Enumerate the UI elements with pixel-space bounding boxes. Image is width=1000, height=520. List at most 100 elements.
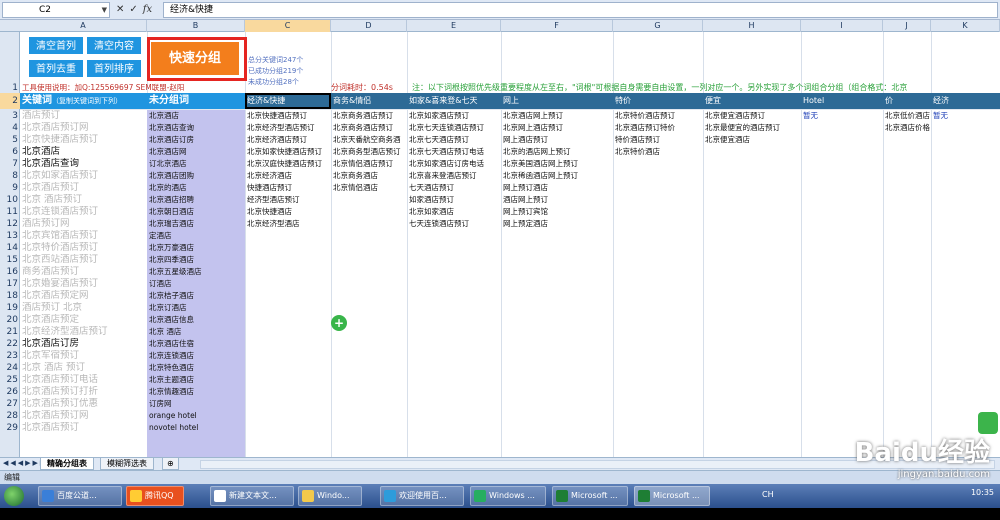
cell[interactable]: 北京特价酒店预订 <box>22 242 146 254</box>
cell[interactable]: 北京酒店预订网 <box>22 410 146 422</box>
chevron-down-icon[interactable]: ▼ <box>102 3 107 17</box>
clear-content-button[interactable]: 清空内容 <box>86 36 142 55</box>
row-header-9[interactable]: 9 <box>0 182 20 194</box>
cell[interactable]: 北京七天酒店预订 <box>407 134 501 146</box>
clear-first-column-button[interactable]: 清空首列 <box>28 36 84 55</box>
cell[interactable]: 北京 酒店预订 <box>22 194 146 206</box>
cell[interactable]: 网上预订酒店 <box>501 182 613 194</box>
cell[interactable]: 北京酒店 <box>22 146 146 158</box>
cell[interactable]: 特价酒店预订 <box>613 134 703 146</box>
cell[interactable]: 北京商务酒店预订 <box>331 110 407 122</box>
taskbar-item-8[interactable]: Microsoft ... <box>634 486 710 506</box>
cell[interactable]: 北京四季酒店 <box>147 254 245 266</box>
column-header-i[interactable]: I <box>801 20 883 32</box>
cell[interactable]: 北京商务酒店预订 <box>331 122 407 134</box>
row-header-6[interactable]: 6 <box>0 146 20 158</box>
cell[interactable]: 北京商务酒店 <box>331 170 407 182</box>
cell[interactable]: 北京网上酒店预订 <box>501 122 613 134</box>
confirm-icon[interactable]: ✓ <box>129 3 137 17</box>
cell[interactable]: 北京连锁酒店预订 <box>22 206 146 218</box>
row-header-8[interactable]: 8 <box>0 170 20 182</box>
cell[interactable]: 七天连锁酒店预订 <box>407 218 501 230</box>
cell[interactable]: 七天酒店预订 <box>407 182 501 194</box>
cell[interactable]: 北京万豪酒店 <box>147 242 245 254</box>
column-header-a[interactable]: A <box>20 20 147 32</box>
clock[interactable]: 10:35 <box>971 488 994 497</box>
group-header-k[interactable]: 经济 <box>931 93 1000 109</box>
row-header-12[interactable]: 12 <box>0 218 20 230</box>
cell[interactable]: 如家酒店预订 <box>407 194 501 206</box>
formula-input[interactable]: 经济&快捷 <box>163 2 998 18</box>
row-header-23[interactable]: 23 <box>0 350 20 362</box>
cell[interactable]: 北京 酒店 预订 <box>22 362 146 374</box>
cell[interactable]: 北京酒店预定网 <box>22 290 146 302</box>
cell[interactable]: 北京婚宴酒店预订 <box>22 278 146 290</box>
name-box[interactable]: C2 ▼ <box>2 2 110 18</box>
row-header-15[interactable]: 15 <box>0 254 20 266</box>
cell[interactable]: 北京酒店预订特价 <box>613 122 703 134</box>
cell[interactable]: 北京如家酒店预订 <box>22 170 146 182</box>
dedup-first-column-button[interactable]: 首列去重 <box>28 59 84 78</box>
cell[interactable]: 经济型酒店预订 <box>245 194 331 206</box>
group-header-g[interactable]: 特价 <box>613 93 703 109</box>
row-header-11[interactable]: 11 <box>0 206 20 218</box>
cell[interactable]: 快捷酒店预订 <box>245 182 331 194</box>
group-header-h[interactable]: 便宜 <box>703 93 801 109</box>
cell[interactable]: 北京酒店 <box>147 110 245 122</box>
cell[interactable]: 北京酒店订房 <box>147 134 245 146</box>
row-header-18[interactable]: 18 <box>0 290 20 302</box>
cell[interactable]: 北京的酒店网上预订 <box>501 146 613 158</box>
cell[interactable]: 酒店预订 <box>22 110 146 122</box>
cell[interactable]: 北京五星级酒店 <box>147 266 245 278</box>
taskbar-item-6[interactable]: Windows ... <box>470 486 546 506</box>
cell[interactable]: 北京经济型酒店 <box>245 218 331 230</box>
row-header-24[interactable]: 24 <box>0 362 20 374</box>
cell[interactable]: 北京酒店招聘 <box>147 194 245 206</box>
cell[interactable]: 北京西站酒店预订 <box>22 254 146 266</box>
cell[interactable]: 北京如家酒店订房电话 <box>407 158 501 170</box>
row-header-7[interactable]: 7 <box>0 158 20 170</box>
column-header-j[interactable]: J <box>883 20 931 32</box>
sheet-tab-fuzzy[interactable]: 模糊筛选表 <box>100 458 154 470</box>
row-header-13[interactable]: 13 <box>0 230 20 242</box>
cell[interactable]: 北京连锁酒店 <box>147 350 245 362</box>
cell[interactable]: 北京快捷酒店 <box>245 206 331 218</box>
cell[interactable]: 北京七天连锁酒店预订 <box>407 122 501 134</box>
cell[interactable]: 北京酒店网 <box>147 146 245 158</box>
cell[interactable]: 北京特价酒店 <box>613 146 703 158</box>
cell[interactable]: 订房网 <box>147 398 245 410</box>
cell[interactable]: 北京天番航空商务酒 <box>331 134 407 146</box>
cell[interactable]: 北京酒店信息 <box>147 314 245 326</box>
cell[interactable]: 北京酒店团购 <box>147 170 245 182</box>
cell[interactable]: 暂无 <box>801 110 883 122</box>
taskbar-item-3[interactable]: 新建文本文... <box>210 486 294 506</box>
taskbar-item-5[interactable]: 欢迎使用百... <box>380 486 464 506</box>
cell[interactable]: 北京酒店预订打折 <box>22 386 146 398</box>
cell[interactable]: 商务酒店预订 <box>22 266 146 278</box>
column-header-g[interactable]: G <box>613 20 703 32</box>
cell[interactable]: 北京情侣酒店 <box>331 182 407 194</box>
cell[interactable]: 北京的酒店 <box>147 182 245 194</box>
cell[interactable]: 北京酒店预订 <box>22 182 146 194</box>
cell[interactable]: 北京稀函酒店网上预订 <box>501 170 613 182</box>
cell[interactable]: 北京酒店查询 <box>22 158 146 170</box>
float-share-icon[interactable] <box>978 412 998 434</box>
row-header-16[interactable]: 16 <box>0 266 20 278</box>
cell[interactable]: 订酒店 <box>147 278 245 290</box>
language-indicator[interactable]: CH <box>762 490 774 499</box>
cell[interactable]: 北京宾馆酒店预订 <box>22 230 146 242</box>
row-header-20[interactable]: 20 <box>0 314 20 326</box>
taskbar-item-7[interactable]: Microsoft ... <box>552 486 628 506</box>
cell[interactable]: 北京酒店价格 <box>883 122 931 134</box>
cell[interactable]: 北京主题酒店 <box>147 374 245 386</box>
column-header-d[interactable]: D <box>331 20 407 32</box>
row-header-22[interactable]: 22 <box>0 338 20 350</box>
group-header-j[interactable]: 价 <box>883 93 931 109</box>
taskbar-item-4[interactable]: Windo... <box>298 486 362 506</box>
cell[interactable]: 北京便宜酒店 <box>703 134 801 146</box>
column-header-h[interactable]: H <box>703 20 801 32</box>
cell[interactable]: 酒店网上预订 <box>501 194 613 206</box>
row-header-25[interactable]: 25 <box>0 374 20 386</box>
cell[interactable]: 北京经济酒店预订 <box>245 134 331 146</box>
cell[interactable]: 暂无 <box>931 110 1000 122</box>
